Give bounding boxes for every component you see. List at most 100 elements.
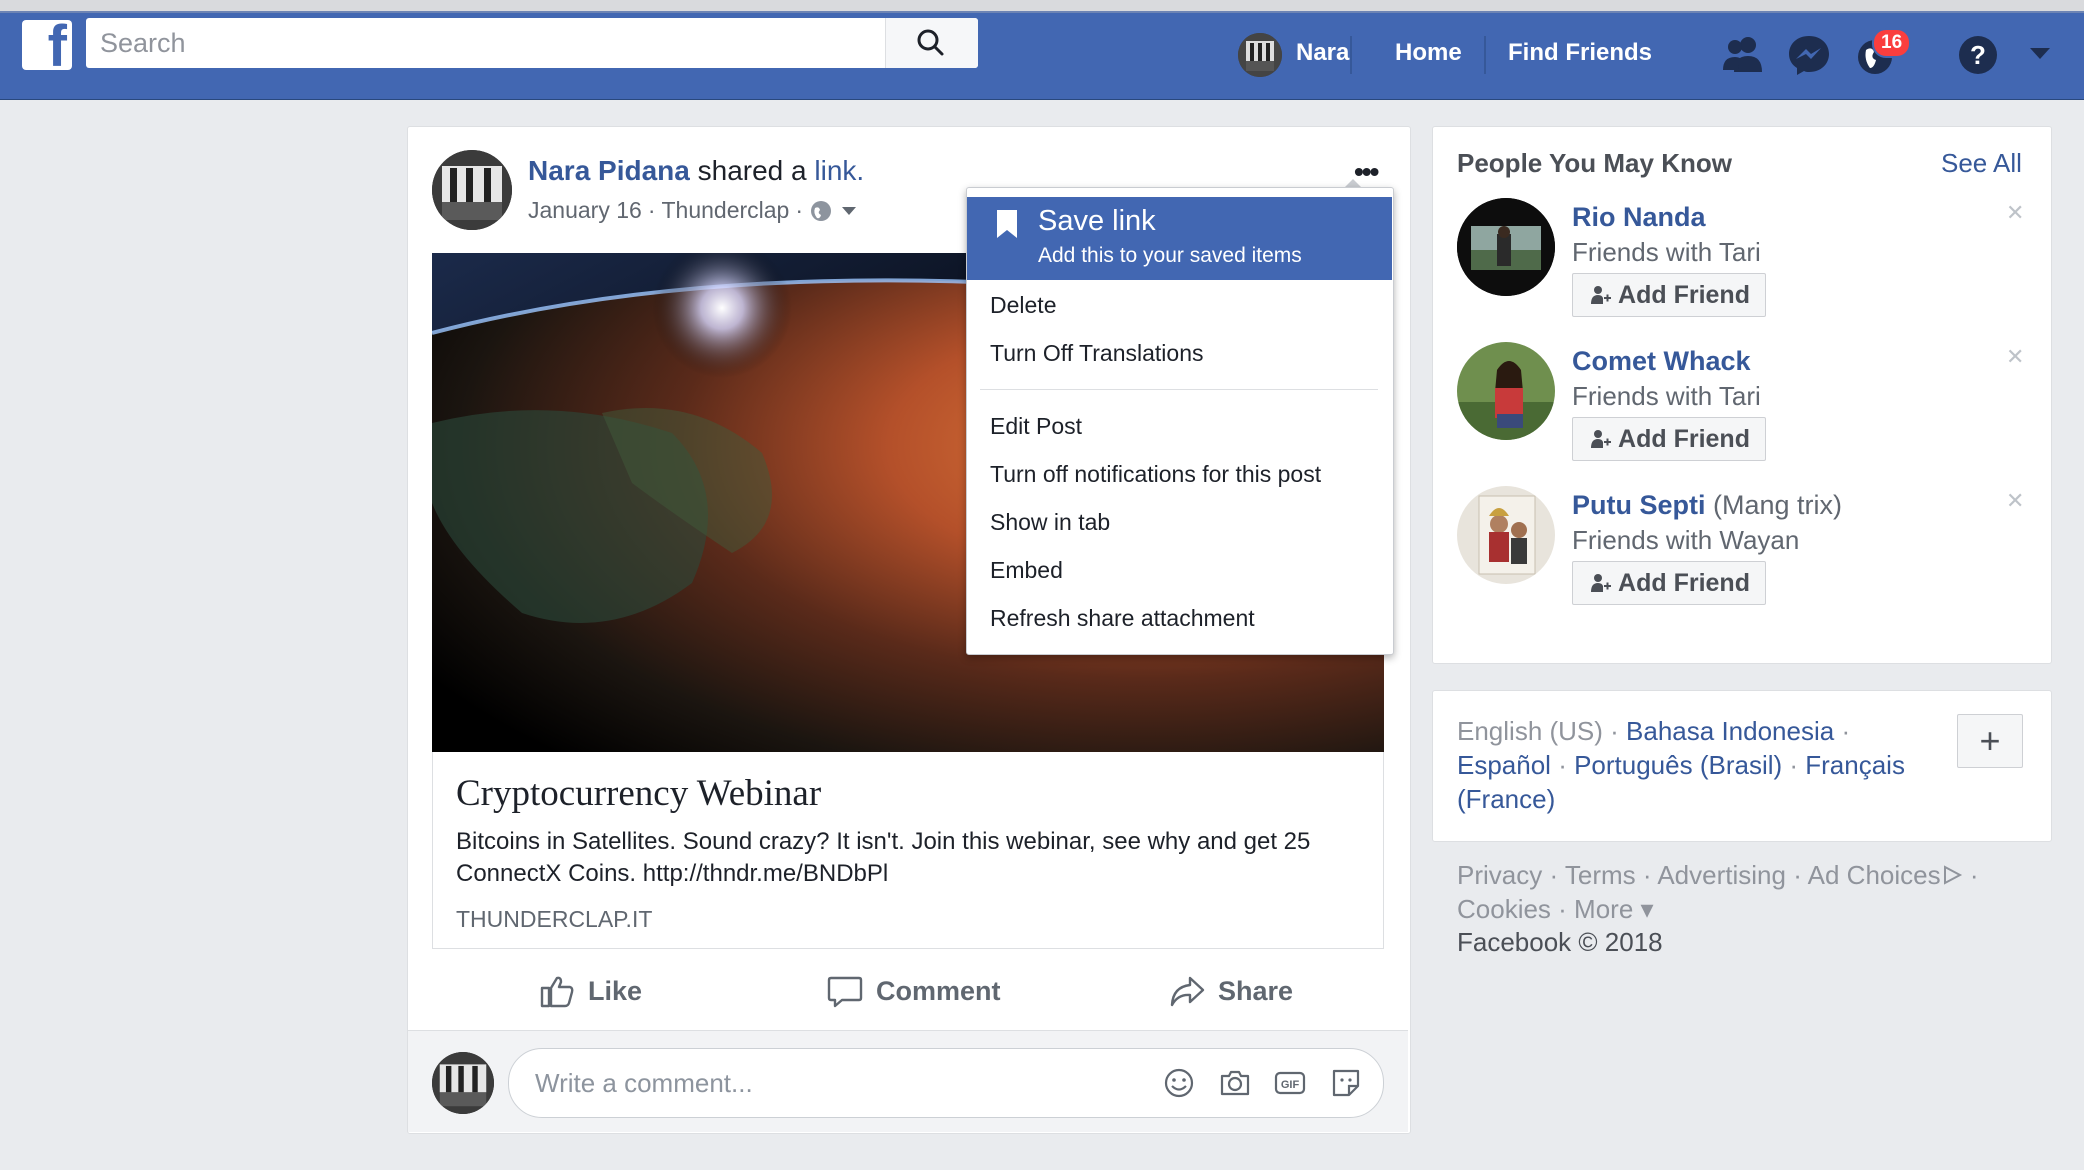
person-mutual: Friends with Tari <box>1572 381 1761 411</box>
add-friend-label: Add Friend <box>1618 568 1750 597</box>
add-friend-button[interactable]: Add Friend <box>1572 561 1766 605</box>
comment-button[interactable]: Comment <box>826 972 1001 1010</box>
person-name-link[interactable]: Rio Nanda <box>1572 202 1706 233</box>
emoji-icon[interactable] <box>1162 1066 1196 1100</box>
friend-requests-icon[interactable] <box>1718 30 1768 80</box>
footer-link-terms[interactable]: Terms <box>1565 860 1636 890</box>
language-link[interactable]: Português (Brasil) <box>1574 750 1782 780</box>
post-action-text: shared a <box>697 155 807 186</box>
sticker-icon[interactable] <box>1329 1066 1363 1100</box>
search-input[interactable] <box>86 18 886 68</box>
like-label: Like <box>588 975 643 1006</box>
author-name-link[interactable]: Nara Pidana <box>528 155 690 186</box>
dismiss-icon[interactable]: ✕ <box>2006 344 2024 370</box>
add-friend-label: Add Friend <box>1618 280 1750 309</box>
caret-down-icon[interactable] <box>2028 44 2052 69</box>
meta-separator: · <box>647 197 656 223</box>
thumbs-up-icon <box>540 976 574 1008</box>
add-friend-button[interactable]: Add Friend <box>1572 417 1766 461</box>
post-header-line: Nara Pidana shared a link. <box>528 155 864 187</box>
menu-item-turn-off-translations[interactable]: Turn Off Translations <box>990 340 1203 367</box>
more-languages-button[interactable]: + <box>1957 714 2023 768</box>
share-label: Share <box>1218 975 1294 1006</box>
language-link[interactable]: Bahasa Indonesia <box>1626 716 1834 746</box>
link-description: Bitcoins in Satellites. Sound crazy? It … <box>456 828 1311 887</box>
avatar-photo <box>432 1052 494 1114</box>
footer-link-cookies[interactable]: Cookies <box>1457 894 1551 924</box>
share-button[interactable]: Share <box>1168 972 1293 1010</box>
avatar-photo <box>1457 342 1555 440</box>
facebook-logo-icon[interactable]: f <box>22 18 72 76</box>
person-name-link[interactable]: Putu Septi (Mang trix) <box>1572 490 1842 521</box>
search-icon <box>917 29 944 56</box>
add-friend-icon <box>1591 286 1612 304</box>
commenter-avatar <box>432 1052 494 1114</box>
audience-caret-icon[interactable] <box>839 201 859 221</box>
avatar-photo <box>1457 486 1555 584</box>
comment-input[interactable] <box>533 1049 1137 1117</box>
user-avatar[interactable] <box>1238 33 1282 77</box>
dismiss-icon[interactable]: ✕ <box>2006 488 2024 514</box>
footer-link-more[interactable]: More <box>1574 894 1633 924</box>
current-language: English (US) <box>1457 716 1603 746</box>
comment-label: Comment <box>876 975 1001 1006</box>
nav-home-link[interactable]: Home <box>1395 39 1462 67</box>
gif-icon[interactable]: GIF <box>1273 1066 1307 1100</box>
search-bar <box>86 18 978 68</box>
post-app-link[interactable]: Thunderclap <box>661 197 789 224</box>
save-link-subtitle: Add this to your saved items <box>1038 244 1302 267</box>
menu-item-show-in-tab[interactable]: Show in tab <box>990 509 1110 536</box>
menu-item-delete[interactable]: Delete <box>990 292 1056 319</box>
menu-item-turn-off-notifications[interactable]: Turn off notifications for this post <box>990 461 1321 488</box>
shared-link-link[interactable]: link. <box>814 155 864 186</box>
messenger-icon[interactable] <box>1784 30 1834 80</box>
footer-link-ad-choices[interactable]: Ad Choices <box>1808 860 1941 890</box>
nav-find-friends-link[interactable]: Find Friends <box>1508 39 1652 67</box>
more-caret-icon: ▾ <box>1633 894 1654 924</box>
dismiss-icon[interactable]: ✕ <box>2006 200 2024 226</box>
help-icon[interactable]: ? <box>1956 30 2006 80</box>
meta-separator: · <box>795 197 804 223</box>
person-name[interactable]: Putu Septi <box>1572 490 1706 520</box>
nav-divider <box>1484 36 1486 74</box>
comment-bubble-icon <box>827 976 863 1008</box>
menu-item-embed[interactable]: Embed <box>990 557 1063 584</box>
menu-item-edit-post[interactable]: Edit Post <box>990 413 1082 440</box>
svg-text:GIF: GIF <box>1281 1079 1300 1091</box>
see-all-link[interactable]: See All <box>1941 148 2022 179</box>
footer-link-privacy[interactable]: Privacy <box>1457 860 1542 890</box>
menu-divider <box>980 389 1378 390</box>
like-button[interactable]: Like <box>538 972 642 1010</box>
comment-box <box>508 1048 1384 1118</box>
person-name-link[interactable]: Comet Whack <box>1572 346 1751 377</box>
post-date-link[interactable]: January 16 <box>528 197 642 224</box>
add-friend-button[interactable]: Add Friend <box>1572 273 1766 317</box>
copyright-text: Facebook © 2018 <box>1457 927 1663 957</box>
search-button[interactable] <box>885 18 978 68</box>
avatar-photo <box>1457 198 1555 296</box>
person-avatar[interactable] <box>1457 198 1555 296</box>
menu-item-refresh-share-attachment[interactable]: Refresh share attachment <box>990 605 1255 632</box>
bookmark-icon <box>994 208 1020 245</box>
pymk-title: People You May Know <box>1457 148 1732 178</box>
person-avatar[interactable] <box>1457 486 1555 584</box>
nav-profile-link[interactable]: Nara <box>1296 39 1349 67</box>
window-top-edge <box>0 0 2084 13</box>
add-friend-icon <box>1591 430 1612 448</box>
person-mutual: Friends with Wayan <box>1572 525 1800 555</box>
notification-count-badge: 16 <box>1872 28 1912 58</box>
link-domain: THUNDERCLAP.IT <box>456 906 653 932</box>
author-avatar[interactable] <box>432 150 512 230</box>
add-friend-label: Add Friend <box>1618 424 1750 453</box>
svg-text:?: ? <box>1970 40 1986 70</box>
post-meta: January 16 · Thunderclap · <box>528 197 859 224</box>
footer-link-advertising[interactable]: Advertising <box>1657 860 1786 890</box>
camera-icon[interactable] <box>1218 1066 1252 1100</box>
save-link-title: Save link <box>1038 205 1156 237</box>
link-title[interactable]: Cryptocurrency Webinar <box>456 772 821 815</box>
public-globe-icon[interactable] <box>809 199 833 223</box>
language-link[interactable]: Español <box>1457 750 1551 780</box>
nav-divider <box>1350 36 1352 74</box>
add-friend-icon <box>1591 574 1612 592</box>
person-avatar[interactable] <box>1457 342 1555 440</box>
